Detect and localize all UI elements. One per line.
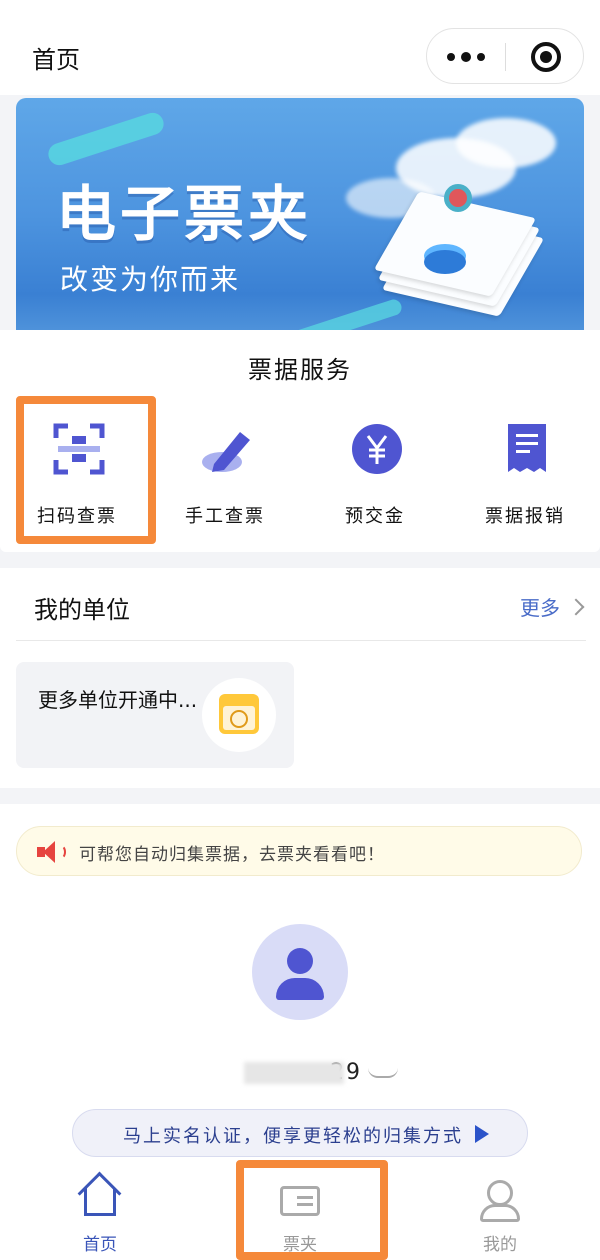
more-menu-icon[interactable] [427, 29, 505, 85]
service-manual-query[interactable]: 手工查票 [150, 392, 300, 542]
service-scan-query[interactable]: 扫码查票 [2, 392, 152, 542]
tab-home[interactable]: 首页 [40, 1174, 160, 1258]
chevron-right-icon [567, 598, 585, 615]
service-prepayment[interactable]: 预交金 [300, 392, 450, 542]
my-unit-title: 我的单位 [34, 596, 130, 624]
cloud-decoration [456, 118, 556, 168]
service-label: 手工查票 [185, 506, 265, 527]
miniprogram-capsule [426, 28, 584, 84]
page-title: 首页 [32, 46, 80, 74]
blurred-id [244, 1062, 344, 1084]
banner-subtitle: 改变为你而来 [60, 263, 241, 296]
unit-card-text: 更多单位开通中... [38, 688, 198, 712]
divider [16, 640, 586, 641]
tab-label: 我的 [483, 1235, 517, 1255]
close-miniprogram-icon[interactable] [531, 42, 561, 72]
speaker-icon [37, 841, 67, 863]
top-bar: 首页 [0, 0, 600, 95]
banner-title: 电子票夹 [56, 180, 312, 250]
unit-card[interactable]: 更多单位开通中... [16, 662, 294, 768]
receipt-icon [508, 424, 546, 472]
coin-icon [424, 250, 466, 274]
ticket-icon [280, 1186, 320, 1216]
yen-icon [352, 424, 402, 474]
qr-scan-icon [53, 423, 105, 475]
my-unit-section: 我的单位 更多 更多单位开通中... [0, 568, 600, 788]
more-units-link[interactable]: 更多 [520, 592, 585, 621]
real-name-verify-button[interactable]: 马上实名认证，便享更轻松的归集方式 [72, 1109, 528, 1157]
tab-label: 票夹 [283, 1235, 317, 1255]
play-arrow-icon [475, 1125, 489, 1143]
stripe-decoration [45, 109, 167, 169]
home-icon-body [84, 1188, 116, 1216]
promo-banner[interactable]: 电子票夹 改变为你而来 [16, 98, 584, 360]
tab-label: 首页 [83, 1235, 117, 1255]
profile-section: 可帮您自动归集票据，去票夹看看吧！ 29 马上实名认证，便享更轻松的归集方式 [0, 804, 600, 1180]
tab-ticket-wallet[interactable]: 票夹 [240, 1174, 360, 1258]
person-icon-body [480, 1204, 520, 1222]
notice-bar[interactable]: 可帮您自动归集票据，去票夹看看吧！ [16, 826, 582, 876]
calendar-clock-icon [202, 678, 276, 752]
service-label: 票据报销 [485, 506, 565, 527]
pen-icon [202, 432, 250, 472]
seal-icon [444, 184, 472, 212]
service-label: 扫码查票 [37, 506, 117, 527]
service-reimbursement[interactable]: 票据报销 [450, 392, 600, 542]
avatar[interactable] [252, 924, 348, 1020]
ticket-services-section: 票据服务 扫码查票 手工查票 预交金 票据报销 [0, 330, 600, 552]
document-stack-illustration [373, 184, 545, 317]
services-title: 票据服务 [248, 356, 352, 384]
tab-me[interactable]: 我的 [440, 1174, 560, 1258]
notice-text: 可帮您自动归集票据，去票夹看看吧！ [79, 845, 385, 865]
service-label: 预交金 [345, 506, 405, 527]
person-icon [487, 1180, 513, 1206]
bottom-tab-bar: 首页 票夹 我的 [0, 1164, 600, 1260]
more-label: 更多 [520, 596, 560, 620]
verify-text: 马上实名认证，便享更轻松的归集方式 [123, 1126, 463, 1147]
eye-closed-icon[interactable] [368, 1068, 398, 1078]
capsule-divider [505, 43, 506, 71]
